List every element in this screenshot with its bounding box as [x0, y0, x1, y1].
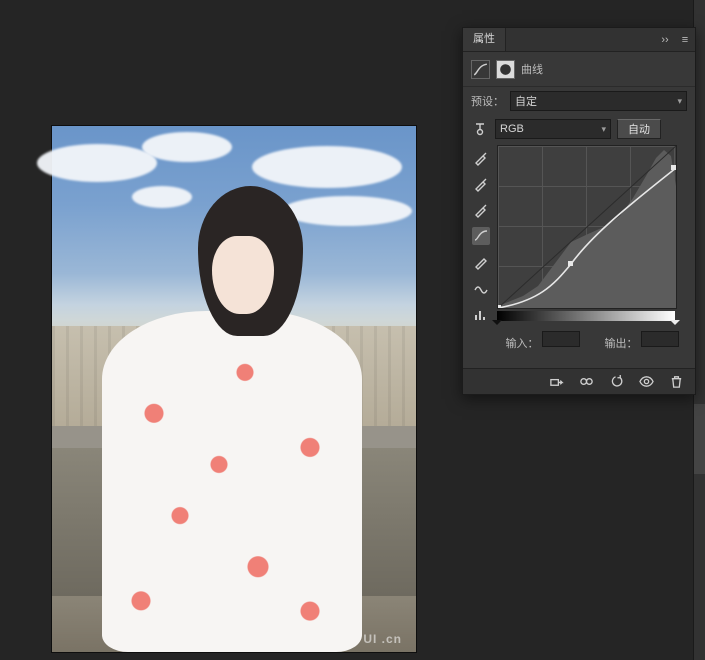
white-point-slider[interactable] — [670, 320, 680, 330]
input-gradient[interactable] — [497, 311, 675, 321]
output-label: 输出： — [605, 338, 638, 350]
input-value[interactable] — [542, 331, 580, 347]
properties-panel: 属性 ›› ≡ 曲线 预设： 自定 ▾ — [462, 27, 696, 395]
channel-select[interactable]: RGB ▾ — [495, 119, 611, 139]
curve-point[interactable] — [568, 261, 573, 266]
panel-header: 属性 ›› ≡ — [463, 28, 695, 52]
preset-label: 预设： — [471, 93, 504, 109]
histogram-icon[interactable] — [472, 305, 490, 323]
app-viewport: UI .cn 属性 ›› ≡ 曲线 预设： 自定 — [0, 0, 705, 660]
output-value[interactable] — [641, 331, 679, 347]
panel-footer — [463, 368, 695, 394]
eyedropper-gray-icon[interactable] — [472, 175, 490, 193]
target-adjust-icon[interactable] — [471, 120, 489, 138]
chevron-down-icon: ▾ — [677, 96, 682, 107]
view-previous-icon[interactable] — [577, 373, 595, 391]
curve-edit-icon[interactable] — [472, 227, 490, 245]
clip-to-layer-icon[interactable] — [547, 373, 565, 391]
curve-point[interactable] — [671, 165, 676, 170]
curve-graph[interactable] — [497, 145, 677, 309]
black-point-slider[interactable] — [492, 320, 502, 330]
eyedropper-white-icon[interactable] — [472, 201, 490, 219]
preset-select[interactable]: 自定 ▾ — [510, 91, 687, 111]
preset-row: 预设： 自定 ▾ — [463, 87, 695, 115]
dock-handle[interactable] — [694, 404, 705, 474]
curve-point[interactable] — [498, 305, 501, 308]
trash-icon[interactable] — [667, 373, 685, 391]
channel-row: RGB ▾ 自动 — [463, 115, 695, 143]
sky-cloud — [37, 144, 157, 182]
curves-body — [463, 143, 695, 323]
adjustment-icon[interactable] — [471, 60, 490, 79]
visibility-icon[interactable] — [637, 373, 655, 391]
mask-icon[interactable] — [496, 60, 515, 79]
input-label-group: 输入： — [506, 331, 580, 351]
canvas-image[interactable]: UI .cn — [52, 126, 416, 652]
sky-cloud — [142, 132, 232, 162]
auto-button-label: 自动 — [628, 121, 650, 137]
curve-area — [497, 145, 687, 323]
adjustment-type-label: 曲线 — [521, 61, 543, 77]
eyedropper-black-icon[interactable] — [472, 149, 490, 167]
panel-menu-icon[interactable]: ≡ — [675, 28, 695, 51]
smooth-icon[interactable] — [472, 279, 490, 297]
photo-subject — [102, 186, 362, 652]
reset-icon[interactable] — [607, 373, 625, 391]
face — [212, 236, 274, 314]
preset-value: 自定 — [515, 93, 537, 109]
chevron-down-icon: ▾ — [601, 124, 606, 135]
curves-tool-column — [471, 145, 491, 323]
adjustment-type-row: 曲线 — [463, 52, 695, 87]
watermark: UI .cn — [363, 632, 402, 646]
channel-value: RGB — [500, 123, 524, 135]
panel-tab-properties[interactable]: 属性 — [463, 28, 506, 51]
input-label: 输入： — [506, 338, 539, 350]
pencil-icon[interactable] — [472, 253, 490, 271]
sky-cloud — [252, 146, 402, 188]
output-label-group: 输出： — [605, 331, 679, 351]
auto-button[interactable]: 自动 — [617, 119, 661, 139]
dress — [102, 311, 362, 652]
collapse-icon[interactable]: ›› — [655, 28, 675, 51]
